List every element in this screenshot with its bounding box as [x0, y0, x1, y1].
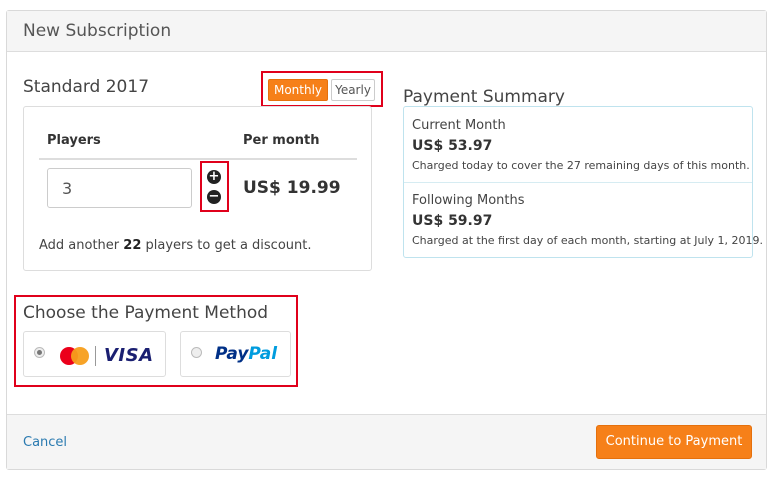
- following-months-amount: US$ 59.97: [412, 213, 493, 229]
- paypal-payment-option[interactable]: PayPal: [180, 331, 291, 377]
- players-input[interactable]: [47, 168, 192, 208]
- card-logo-divider: [95, 346, 96, 366]
- current-month-note: Charged today to cover the 27 remaining …: [412, 159, 750, 172]
- plan-details-box: Players Per month + − US$ 19.99 Add anot…: [23, 106, 372, 271]
- current-month-label: Current Month: [412, 118, 506, 133]
- paypal-radio[interactable]: [191, 347, 202, 358]
- price-per-month: US$ 19.99: [243, 178, 341, 198]
- billing-period-toggle: Monthly Yearly: [261, 71, 383, 107]
- players-stepper: + −: [200, 161, 229, 212]
- monthly-button[interactable]: Monthly: [268, 79, 328, 101]
- card-radio[interactable]: [34, 347, 45, 358]
- following-months-row: Following Months US$ 59.97 Charged at th…: [404, 182, 763, 257]
- minus-circle-icon[interactable]: −: [207, 190, 221, 204]
- following-months-note: Charged at the first day of each month, …: [412, 234, 764, 247]
- players-column-header: Players: [47, 133, 101, 148]
- payment-summary-box: Current Month US$ 53.97 Charged today to…: [403, 106, 763, 258]
- summary-title: Payment Summary: [403, 87, 565, 107]
- subscription-modal: New Subscription Standard 2017 Monthly Y…: [6, 10, 767, 470]
- yearly-button[interactable]: Yearly: [331, 79, 375, 101]
- discount-note: Add another 22 players to get a discount…: [39, 238, 312, 253]
- discount-prefix: Add another: [39, 238, 120, 253]
- per-month-column-header: Per month: [243, 133, 320, 148]
- plus-circle-icon[interactable]: +: [207, 170, 221, 184]
- current-month-amount: US$ 53.97: [412, 138, 493, 154]
- current-month-row: Current Month US$ 53.97 Charged today to…: [404, 107, 752, 183]
- modal-header: New Subscription: [7, 11, 766, 52]
- discount-suffix: players to get a discount.: [145, 238, 312, 253]
- cancel-link[interactable]: Cancel: [23, 435, 67, 450]
- modal-footer: Cancel Continue to Payment: [7, 414, 766, 469]
- plan-title: Standard 2017: [23, 77, 150, 97]
- paypal-logo: PayPal: [215, 344, 278, 364]
- discount-count: 22: [123, 238, 142, 253]
- card-payment-option[interactable]: VISA: [23, 331, 166, 377]
- payment-method-section: Choose the Payment Method VISA PayPal: [14, 295, 298, 387]
- payment-method-title: Choose the Payment Method: [23, 303, 269, 323]
- mastercard-logo-icon: [60, 347, 90, 365]
- table-header-divider: [39, 158, 357, 160]
- visa-logo: VISA: [104, 345, 154, 366]
- following-months-label: Following Months: [412, 193, 525, 208]
- continue-to-payment-button[interactable]: Continue to Payment: [596, 425, 752, 459]
- modal-title: New Subscription: [23, 21, 172, 41]
